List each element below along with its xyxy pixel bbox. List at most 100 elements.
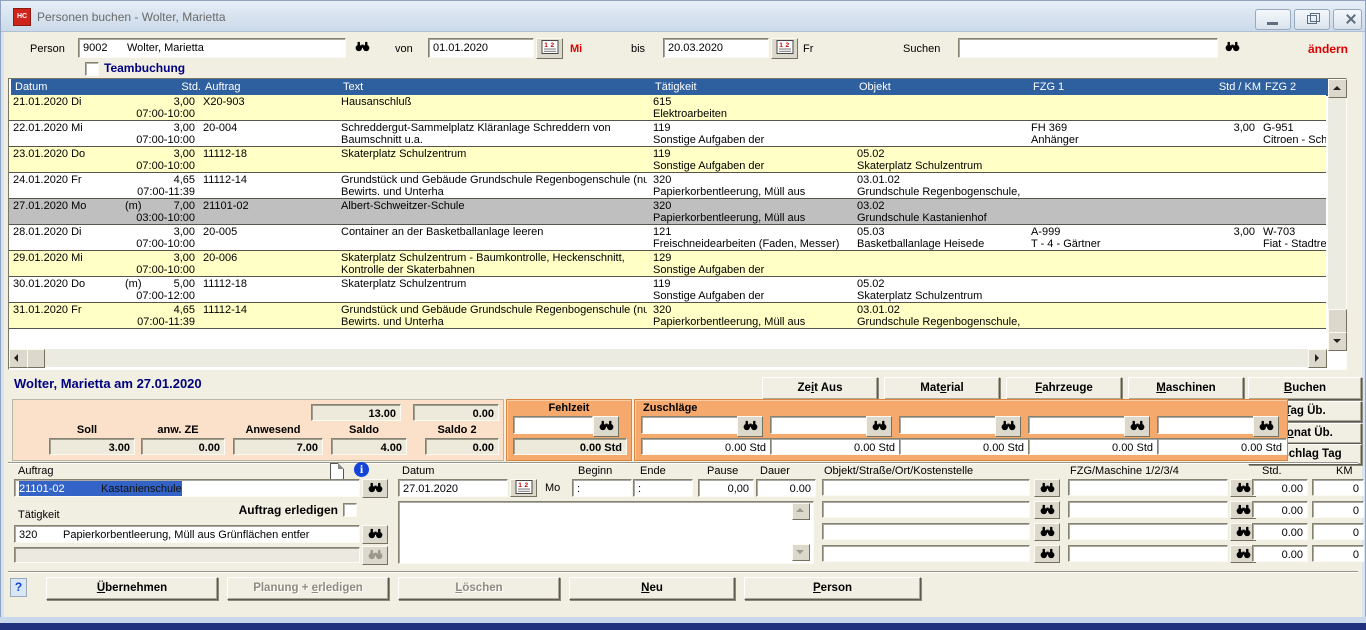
teambuchung-checkbox[interactable] xyxy=(85,62,99,76)
fehlzeit-search-icon[interactable] xyxy=(593,416,619,437)
table-row[interactable]: 23.01.2020 Do3,0007:00-10:0011112-18Skat… xyxy=(9,147,1326,173)
suchen-input[interactable] xyxy=(958,38,1218,58)
datum-input[interactable]: 27.01.2020 xyxy=(398,479,508,497)
column-header-text[interactable]: Text xyxy=(339,79,652,96)
zeit-aus-button[interactable]: Zeit Aus xyxy=(762,377,878,400)
taetigkeit-input[interactable]: 320Papierkorbentleerung, Müll aus Grünfl… xyxy=(14,525,360,543)
auftrag-erledigen-checkbox[interactable] xyxy=(343,503,357,517)
dauer-input[interactable]: 0.00 xyxy=(756,479,816,497)
objekt-search-icon-2[interactable] xyxy=(1034,501,1060,519)
objekt-search-icon-1[interactable] xyxy=(1034,479,1060,497)
objekt-search-icon-4[interactable] xyxy=(1034,545,1060,563)
zuschlag-input-2[interactable] xyxy=(770,416,868,434)
objekt-search-icon-3[interactable] xyxy=(1034,523,1060,541)
person-button[interactable]: Person xyxy=(744,577,921,600)
scroll-right-button[interactable] xyxy=(1308,349,1327,368)
textarea-scroll-down-button[interactable] xyxy=(792,544,810,561)
textarea-scroll-up-button[interactable] xyxy=(792,503,810,520)
table-row[interactable]: 30.01.2020 Do(m)5,0007:00-12:0011112-18S… xyxy=(9,277,1326,303)
fzg-input-1[interactable] xyxy=(1068,479,1228,496)
column-header-fzg1[interactable]: FZG 1 xyxy=(1029,79,1190,96)
svg-text:1: 1 xyxy=(518,482,522,489)
zuschlag-search-icon-4[interactable] xyxy=(1124,416,1150,437)
column-header-datum[interactable]: Datum xyxy=(11,79,128,96)
saldo-value: 4.00 xyxy=(331,438,407,455)
taetigkeit-search-icon[interactable] xyxy=(362,525,388,544)
fzg-input-2[interactable] xyxy=(1068,501,1228,518)
objekt-input-1[interactable] xyxy=(822,479,1030,496)
uebernehmen-button[interactable]: Übernehmen xyxy=(46,577,218,600)
table-row[interactable]: 22.01.2020 Mi3,0007:00-10:0020-004Schred… xyxy=(9,121,1326,147)
new-document-icon[interactable] xyxy=(330,463,344,480)
objekt-input-3[interactable] xyxy=(822,523,1030,540)
scroll-left-button[interactable] xyxy=(9,349,28,368)
person-label: Person xyxy=(30,43,65,55)
auftrag-search-icon[interactable] xyxy=(362,479,388,498)
suchen-search-icon[interactable] xyxy=(1222,40,1242,55)
zuschlag-input-5[interactable] xyxy=(1157,416,1255,434)
von-calendar-button[interactable]: 12 xyxy=(536,38,563,59)
person-input[interactable]: 9002Wolter, Marietta xyxy=(78,38,346,58)
suchen-label: Suchen xyxy=(903,43,940,55)
neu-button[interactable]: Neu xyxy=(569,577,735,600)
pause-input[interactable]: 0,00 xyxy=(698,479,754,497)
fzg-input-4[interactable] xyxy=(1068,545,1228,562)
anwze-value: 0.00 xyxy=(141,438,225,455)
fzg-input-3[interactable] xyxy=(1068,523,1228,540)
fehlzeit-input[interactable] xyxy=(513,416,593,434)
material-button[interactable]: Material xyxy=(884,377,1000,400)
fahrzeuge-button[interactable]: Fahrzeuge xyxy=(1006,377,1122,400)
horizontal-scroll-thumb[interactable] xyxy=(27,349,45,368)
horizontal-scrollbar[interactable] xyxy=(9,349,1326,367)
column-header-stdkm[interactable]: Std / KM xyxy=(1185,79,1266,96)
zuschlag-search-icon-5[interactable] xyxy=(1253,416,1279,437)
column-header-std[interactable]: Std. xyxy=(121,79,206,96)
auftrag-erledigen-label: Auftrag erledigen xyxy=(198,503,338,517)
vertical-scroll-thumb[interactable] xyxy=(1328,309,1347,333)
zuschlag-input-3[interactable] xyxy=(899,416,997,434)
table-row[interactable]: 29.01.2020 Mi3,0007:00-10:0020-006Skater… xyxy=(9,251,1326,277)
time-summary-panel: 13.00 0.00 Soll anw. ZE Anwesend Saldo S… xyxy=(12,399,504,461)
bis-calendar-button[interactable]: 12 xyxy=(771,38,798,59)
restore-button[interactable] xyxy=(1294,9,1330,30)
help-icon[interactable]: ? xyxy=(10,578,27,597)
title-bar[interactable]: HC Personen buchen - Wolter, Marietta xyxy=(1,1,1365,32)
scroll-down-button[interactable] xyxy=(1328,332,1347,351)
loeschen-button[interactable]: Löschen xyxy=(398,577,560,600)
objekt-input-4[interactable] xyxy=(822,545,1030,562)
aendern-link[interactable]: ändern xyxy=(1308,42,1348,56)
close-button[interactable] xyxy=(1333,9,1362,30)
bis-date-input[interactable]: 20.03.2020 xyxy=(663,38,769,58)
von-date-input[interactable]: 01.01.2020 xyxy=(428,38,534,58)
scroll-up-button[interactable] xyxy=(1328,79,1347,98)
beginn-input[interactable]: : xyxy=(572,479,632,497)
column-header-obj[interactable]: Objekt xyxy=(855,79,1030,96)
column-header-taet[interactable]: Tätigkeit xyxy=(651,79,856,96)
bemerkung-textarea[interactable] xyxy=(398,501,814,564)
column-header-auftrag[interactable]: Auftrag xyxy=(201,79,340,96)
zuschlag-input-4[interactable] xyxy=(1028,416,1126,434)
table-row[interactable]: 24.01.2020 Fr4,6507:00-11:3911112-14Grun… xyxy=(9,173,1326,199)
table-row[interactable]: 31.01.2020 Fr4,6507:00-11:3911112-14Grun… xyxy=(9,303,1326,329)
teambuchung-label: Teambuchung xyxy=(104,61,185,75)
column-header-fzg2[interactable]: FZG 2 xyxy=(1261,79,1331,96)
zuschlag-input-1[interactable] xyxy=(641,416,739,434)
table-row-selected[interactable]: 27.01.2020 Mo(m)7,0003:00-10:0021101-02A… xyxy=(9,199,1326,225)
table-row[interactable]: 21.01.2020 Di3,0007:00-10:00X20-903Hausa… xyxy=(9,95,1326,121)
buchen-button[interactable]: Buchen xyxy=(1248,377,1362,400)
minimize-button[interactable] xyxy=(1255,9,1291,30)
ende-input[interactable]: : xyxy=(633,479,693,497)
objekt-input-2[interactable] xyxy=(822,501,1030,518)
auftrag-name: Kastanienschule xyxy=(101,483,182,495)
maschinen-button[interactable]: Maschinen xyxy=(1128,377,1244,400)
info-icon[interactable]: i xyxy=(354,462,369,477)
auftrag-input[interactable]: 21101-02Kastanienschule xyxy=(14,479,360,497)
zuschlag-search-icon-2[interactable] xyxy=(866,416,892,437)
planung-erledigen-button[interactable]: Planung + erledigen xyxy=(227,577,389,600)
vertical-scrollbar[interactable] xyxy=(1328,79,1346,349)
zuschlag-search-icon-1[interactable] xyxy=(737,416,763,437)
person-search-icon[interactable] xyxy=(352,40,372,55)
table-row[interactable]: 28.01.2020 Di3,0007:00-10:0020-005Contai… xyxy=(9,225,1326,251)
zuschlag-search-icon-3[interactable] xyxy=(995,416,1021,437)
datum-calendar-button[interactable]: 12 xyxy=(510,479,537,497)
